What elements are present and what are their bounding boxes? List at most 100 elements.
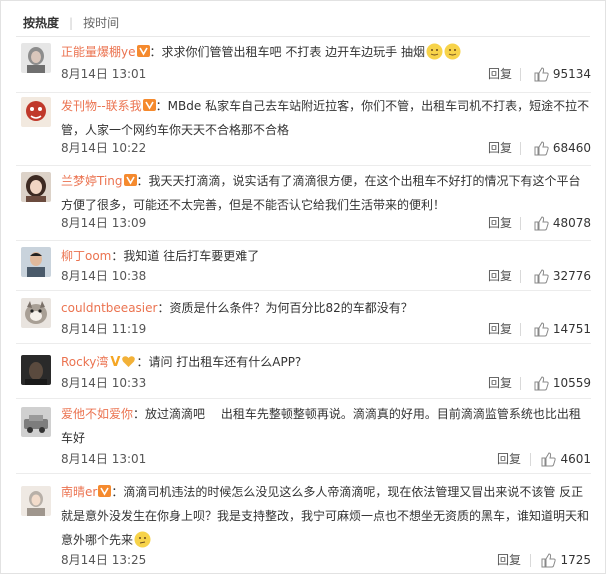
emoji-face-icon	[426, 43, 443, 60]
like-count: 32776	[552, 269, 591, 283]
comment-meta: 8月14日 13:25 回复 1725	[61, 551, 591, 569]
comment-item: 兰梦婷Ting ：我天天打滴滴，说实话有了滴滴很方便，在这个出租车不好打的情况下有…	[16, 166, 591, 241]
like-count: 4601	[560, 452, 591, 466]
avatar[interactable]	[21, 247, 51, 277]
like-button[interactable]: 68460	[534, 139, 591, 157]
avatar[interactable]	[21, 298, 51, 328]
sort-by-time-tab[interactable]: 按时间	[83, 13, 119, 33]
reply-button[interactable]: 回复	[488, 267, 512, 285]
comment-username[interactable]: Rocky湾	[61, 355, 108, 369]
meta-separator	[520, 323, 521, 336]
like-count: 48078	[552, 216, 591, 230]
comment-body: 正能量爆棚ye ：求求你们管管出租车吧 不打表 边开车边玩手 抽烟	[61, 40, 591, 64]
like-count: 95134	[552, 67, 591, 81]
comment-time: 8月14日 10:33	[61, 376, 147, 390]
like-count: 1725	[560, 553, 591, 567]
like-button[interactable]: 10559	[534, 374, 591, 392]
comment-time: 8月14日 13:01	[61, 67, 147, 81]
sort-bar: 按热度 | 按时间	[23, 13, 119, 33]
sort-by-hot-tab[interactable]: 按热度	[23, 13, 59, 33]
sort-divider	[16, 36, 590, 37]
verified-v-badge: V	[110, 355, 121, 370]
comment-item: 正能量爆棚ye ：求求你们管管出租车吧 不打表 边开车边玩手 抽烟 8月14日 1…	[16, 43, 591, 93]
avatar[interactable]	[21, 97, 51, 127]
thumbs-up-icon	[534, 215, 549, 230]
comment-item: 发刊物--联系我 ：MBde 私家车自己去车站附近拉客，你们不管，出租车司机不打表…	[16, 93, 591, 166]
comment-time: 8月14日 10:22	[61, 141, 147, 155]
avatar[interactable]	[21, 172, 51, 202]
thumbs-up-icon	[541, 451, 557, 466]
comment-body: 爱他不如爱你：放过滴滴吧 出租车先整顿整顿再说。滴滴真的好用。目前滴滴监管系统也…	[61, 402, 591, 450]
comment-username[interactable]: 正能量爆棚ye	[61, 45, 136, 59]
like-button[interactable]: 32776	[534, 267, 591, 285]
comment-username[interactable]: 南晴er	[61, 485, 97, 499]
thinking-face-icon	[134, 531, 151, 548]
comment-text: ：我天天打滴滴，说实话有了滴滴很方便，在这个出租车不好打的情况下有这个平台方便了…	[61, 174, 581, 212]
vip-badge-icon	[123, 174, 137, 186]
reply-button[interactable]: 回复	[488, 139, 512, 157]
comment-meta: 8月14日 10:33 回复 10559	[61, 374, 591, 392]
emoji-face-icon	[444, 43, 461, 60]
comment-meta: 8月14日 13:09 回复 48078	[61, 214, 591, 232]
comment-item: 柳丁oom：我知道 往后打车要更难了 8月14日 10:38 回复 32776	[16, 241, 591, 291]
comment-text: ：资质是什么条件？为何百分比82的车都没有？	[157, 301, 413, 315]
comment-divider	[16, 290, 591, 291]
reply-button[interactable]: 回复	[488, 320, 512, 338]
reply-button[interactable]: 回复	[488, 65, 512, 83]
thumbs-up-icon	[534, 375, 549, 390]
comment-item: 南晴er ：滴滴司机违法的时候怎么没见这么多人帝滴滴呢，现在依法管理又冒出来说不该…	[16, 474, 591, 573]
like-button[interactable]: 1725	[541, 551, 591, 569]
comment-meta: 8月14日 13:01 回复 95134	[61, 65, 591, 83]
comment-time: 8月14日 10:38	[61, 269, 147, 283]
comment-meta: 8月14日 13:01 回复 4601	[61, 450, 591, 468]
vip-badge-icon	[136, 45, 150, 57]
comment-body: 兰梦婷Ting ：我天天打滴滴，说实话有了滴滴很方便，在这个出租车不好打的情况下有…	[61, 169, 591, 217]
avatar[interactable]	[21, 407, 51, 437]
reply-button[interactable]: 回复	[497, 551, 521, 569]
meta-separator	[520, 142, 521, 155]
comment-username[interactable]: 发刊物--联系我	[61, 99, 142, 113]
comment-username[interactable]: couldntbeeasier	[61, 301, 157, 315]
comment-meta: 8月14日 10:22 回复 68460	[61, 139, 591, 157]
comment-meta: 8月14日 10:38 回复 32776	[61, 267, 591, 285]
like-count: 68460	[552, 141, 591, 155]
comment-divider	[16, 343, 591, 344]
like-button[interactable]: 4601	[541, 450, 591, 468]
avatar[interactable]	[21, 486, 51, 516]
comment-body: couldntbeeasier：资质是什么条件？为何百分比82的车都没有？	[61, 296, 591, 320]
vip-badge-icon	[142, 99, 156, 111]
comment-body: 发刊物--联系我 ：MBde 私家车自己去车站附近拉客，你们不管，出租车司机不打表…	[61, 94, 591, 142]
heart-icon	[122, 356, 136, 367]
avatar[interactable]	[21, 43, 51, 73]
like-button[interactable]: 14751	[534, 320, 591, 338]
like-button[interactable]: 95134	[534, 65, 591, 83]
thumbs-up-icon	[534, 66, 549, 81]
reply-button[interactable]: 回复	[488, 374, 512, 392]
comment-item: Rocky湾 V ：请问 打出租车还有什么APP? 8月14日 10:33 回复 1…	[16, 345, 591, 399]
comment-text: ：放过滴滴吧 出租车先整顿整顿再说。滴滴真的好用。目前滴滴监管系统也比出租车好	[61, 407, 581, 445]
thumbs-up-icon	[541, 552, 557, 567]
like-button[interactable]: 48078	[534, 214, 591, 232]
thumbs-up-icon	[534, 140, 549, 155]
comment-body: Rocky湾 V ：请问 打出租车还有什么APP?	[61, 350, 591, 375]
meta-separator	[520, 68, 521, 81]
avatar[interactable]	[21, 355, 51, 385]
comment-username[interactable]: 兰梦婷Ting	[61, 174, 123, 188]
comment-item: 爱他不如爱你：放过滴滴吧 出租车先整顿整顿再说。滴滴真的好用。目前滴滴监管系统也…	[16, 399, 591, 474]
comment-username[interactable]: 爱他不如爱你	[61, 407, 133, 421]
comment-body: 柳丁oom：我知道 往后打车要更难了	[61, 244, 591, 268]
sort-separator: |	[69, 16, 74, 30]
comment-panel: 按热度 | 按时间 正能量爆棚ye ：求求你们管管出租车吧 不打表 边开车边玩手 …	[0, 0, 606, 574]
comment-username[interactable]: 柳丁oom	[61, 249, 111, 263]
like-count: 14751	[552, 322, 591, 336]
meta-separator	[530, 554, 531, 567]
meta-separator	[520, 270, 521, 283]
comment-body: 南晴er ：滴滴司机违法的时候怎么没见这么多人帝滴滴呢，现在依法管理又冒出来说不该…	[61, 480, 591, 552]
comment-text: ：求求你们管管出租车吧 不打表 边开车边玩手 抽烟	[149, 45, 425, 59]
comment-time: 8月14日 11:19	[61, 322, 147, 336]
comment-meta: 8月14日 11:19 回复 14751	[61, 320, 591, 338]
reply-button[interactable]: 回复	[497, 450, 521, 468]
reply-button[interactable]: 回复	[488, 214, 512, 232]
comment-item: couldntbeeasier：资质是什么条件？为何百分比82的车都没有？ 8月…	[16, 292, 591, 344]
thumbs-up-icon	[534, 268, 549, 283]
